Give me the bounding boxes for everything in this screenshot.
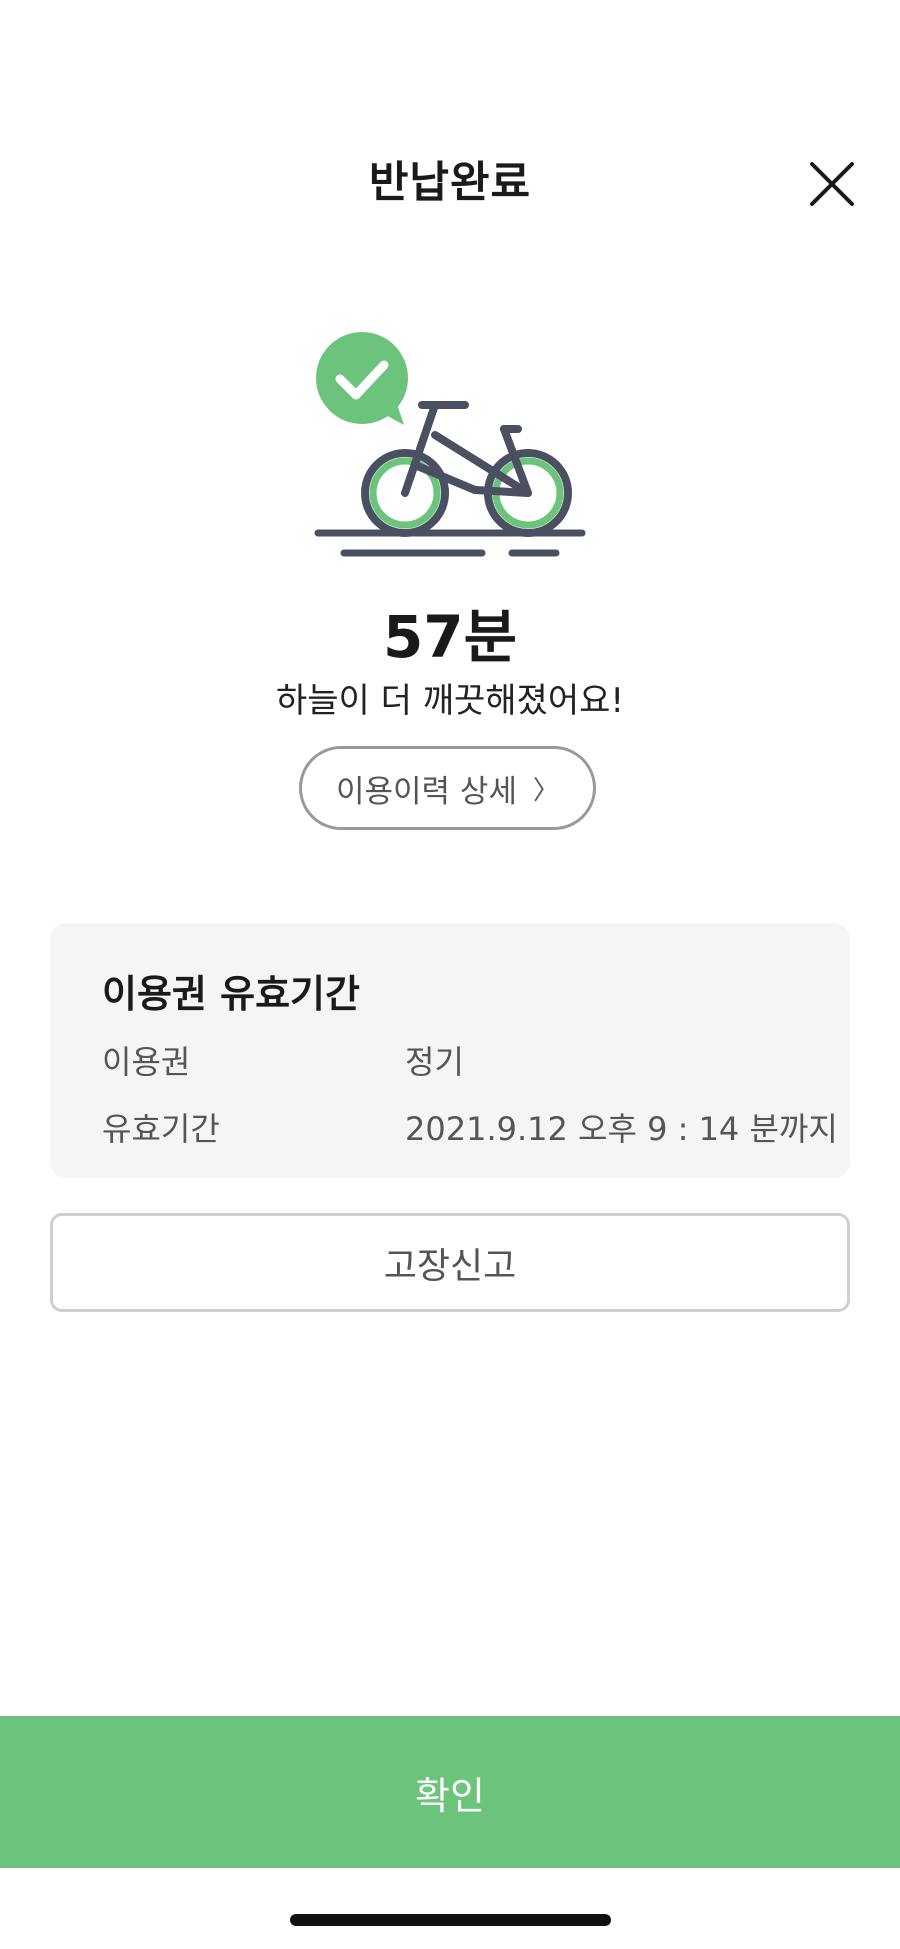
ticket-validity-card: 이용권 유효기간 이용권 정기 유효기간 2021.9.12 오후 9 : 14… xyxy=(50,923,850,1178)
page-title: 반납완료 xyxy=(368,158,532,208)
validity-label: 유효기간 xyxy=(102,1110,220,1148)
ticket-type-value: 정기 xyxy=(405,1043,464,1081)
validity-value: 2021.9.12 오후 9 : 14 분까지 xyxy=(405,1110,838,1148)
close-button[interactable] xyxy=(800,152,860,212)
home-indicator[interactable] xyxy=(290,1914,611,1926)
eco-message: 하늘이 더 깨끗해졌어요! xyxy=(275,681,625,721)
card-title: 이용권 유효기간 xyxy=(102,972,360,1016)
ticket-type-label: 이용권 xyxy=(102,1043,191,1081)
chevron-right-icon: 〉 xyxy=(532,775,559,806)
confirm-button[interactable]: 확인 xyxy=(0,1716,900,1868)
usage-history-label: 이용이력 상세 xyxy=(336,773,517,810)
fault-report-button[interactable]: 고장신고 xyxy=(50,1213,850,1312)
close-icon xyxy=(810,162,854,206)
return-complete-screen: 반납완료 57분 하늘이 더 깨끗해졌어요! 이용이력 상세 〉 이용권 유효기… xyxy=(0,0,900,1949)
usage-duration: 57분 xyxy=(382,603,518,671)
bicycle-check-icon xyxy=(314,332,586,557)
check-bubble-icon xyxy=(316,332,408,425)
usage-history-detail-button[interactable]: 이용이력 상세 〉 xyxy=(299,746,596,830)
